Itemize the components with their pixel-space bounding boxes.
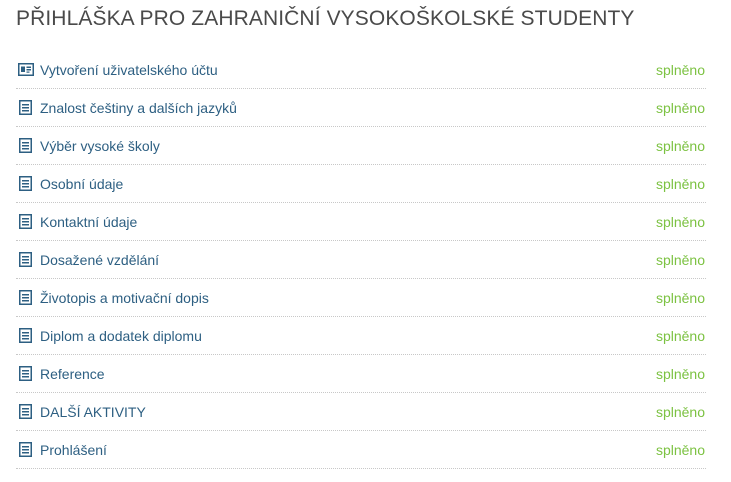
step-status: splněno — [655, 213, 705, 230]
step-label[interactable]: Znalost češtiny a dalších jazyků — [40, 100, 656, 116]
document-icon — [17, 327, 34, 344]
document-icon — [17, 137, 34, 154]
page-title: PŘIHLÁŠKA PRO ZAHRANIČNÍ VYSOKOŠKOLSKÉ S… — [16, 7, 635, 30]
step-row-user-account[interactable]: Vytvoření uživatelského účtu splněno — [16, 51, 706, 89]
step-status: splněno — [655, 289, 705, 306]
step-status: splněno — [655, 137, 705, 154]
step-status: splněno — [655, 403, 705, 420]
step-label[interactable]: Osobní údaje — [40, 176, 656, 192]
document-icon — [17, 403, 34, 420]
step-label[interactable]: Kontaktní údaje — [40, 214, 656, 230]
application-page: PŘIHLÁŠKA PRO ZAHRANIČNÍ VYSOKOŠKOLSKÉ S… — [0, 0, 731, 482]
step-status: splněno — [655, 441, 705, 458]
document-icon — [17, 99, 34, 116]
step-label[interactable]: Vytvoření uživatelského účtu — [40, 62, 656, 78]
step-row-contact-data[interactable]: Kontaktní údaje splněno — [16, 203, 706, 241]
id-card-icon — [17, 61, 34, 78]
step-label[interactable]: Dosažené vzdělání — [40, 252, 656, 268]
document-icon — [17, 365, 34, 382]
step-status: splněno — [655, 327, 705, 344]
step-status: splněno — [655, 365, 705, 382]
step-row-cv-motivation[interactable]: Životopis a motivační dopis splněno — [16, 279, 706, 317]
document-icon — [17, 289, 34, 306]
step-row-personal-data[interactable]: Osobní údaje splněno — [16, 165, 706, 203]
step-row-diploma[interactable]: Diplom a dodatek diplomu splněno — [16, 317, 706, 355]
step-status: splněno — [655, 251, 705, 268]
step-label[interactable]: Životopis a motivační dopis — [40, 290, 656, 306]
step-status: splněno — [655, 61, 705, 78]
step-status: splněno — [655, 175, 705, 192]
step-status: splněno — [655, 99, 705, 116]
step-row-language-skills[interactable]: Znalost češtiny a dalších jazyků splněno — [16, 89, 706, 127]
steps-list: Vytvoření uživatelského účtu splněno Zna… — [16, 51, 706, 469]
step-label[interactable]: Reference — [40, 366, 656, 382]
step-label[interactable]: Výběr vysoké školy — [40, 138, 656, 154]
document-icon — [17, 213, 34, 230]
step-row-university-choice[interactable]: Výběr vysoké školy splněno — [16, 127, 706, 165]
document-icon — [17, 175, 34, 192]
step-row-other-activities[interactable]: DALŠÍ AKTIVITY splněno — [16, 393, 706, 431]
document-icon — [17, 251, 34, 268]
step-row-references[interactable]: Reference splněno — [16, 355, 706, 393]
step-row-education[interactable]: Dosažené vzdělání splněno — [16, 241, 706, 279]
step-label[interactable]: Diplom a dodatek diplomu — [40, 328, 656, 344]
step-label[interactable]: Prohlášení — [40, 442, 656, 458]
document-icon — [17, 441, 34, 458]
step-row-declaration[interactable]: Prohlášení splněno — [16, 431, 706, 469]
step-label[interactable]: DALŠÍ AKTIVITY — [40, 404, 656, 420]
